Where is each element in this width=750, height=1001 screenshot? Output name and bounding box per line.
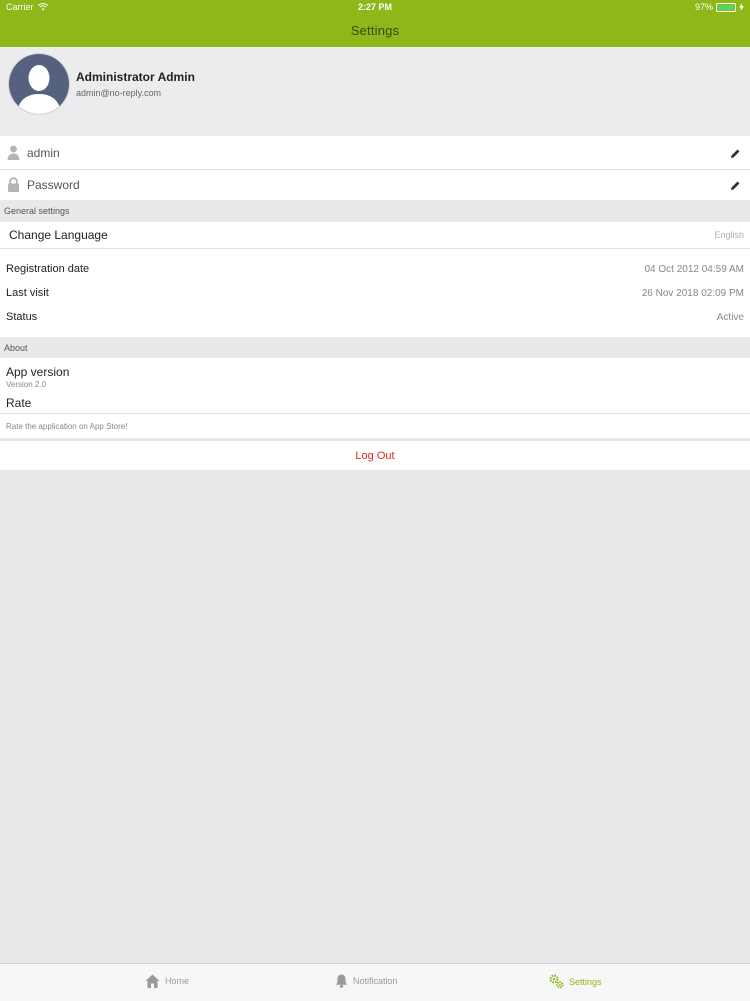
app-version-value: Version 2.0 (6, 380, 47, 389)
about-title: About (4, 343, 28, 353)
charging-icon (739, 3, 744, 11)
status-value: Active (716, 312, 744, 323)
status-bar: Carrier 2:27 PM 97% (0, 0, 750, 15)
account-info-block: Registration date 04 Oct 2012 04:59 AM L… (0, 249, 750, 337)
logout-button[interactable]: Log Out (0, 450, 750, 462)
last-visit-label: Last visit (6, 287, 49, 299)
profile-header: Administrator Admin admin@no-reply.com (0, 47, 750, 135)
bell-icon (335, 974, 348, 988)
registration-date-value: 04 Oct 2012 04:59 AM (644, 264, 744, 275)
rate-description-row: Rate the application on App Store! (0, 414, 750, 438)
tab-settings[interactable]: Settings (549, 974, 602, 989)
tab-notification-label: Notification (353, 976, 398, 986)
edit-username-icon[interactable] (730, 148, 741, 159)
battery-indicator: 97% (695, 2, 744, 12)
navigation-bar: Carrier 2:27 PM 97% Settings (0, 0, 750, 47)
change-language-row[interactable]: Change Language English (0, 222, 750, 248)
about-block: App version Version 2.0 Rate (0, 358, 750, 413)
battery-icon (716, 2, 736, 12)
user-icon (7, 145, 20, 160)
home-icon (145, 974, 160, 988)
rate-button[interactable]: Rate (6, 396, 31, 410)
password-row[interactable]: Password (0, 170, 750, 200)
general-settings-header: General settings (0, 200, 750, 222)
profile-email: admin@no-reply.com (76, 88, 161, 98)
app-version-label: App version (6, 365, 70, 379)
tab-notification[interactable]: Notification (335, 974, 398, 988)
general-settings-title: General settings (4, 206, 70, 216)
last-visit-value: 26 Nov 2018 02:09 PM (641, 288, 744, 299)
battery-level-fill (718, 4, 734, 10)
user-silhouette-icon (17, 65, 61, 114)
username-row[interactable]: admin (0, 136, 750, 169)
change-language-label: Change Language (9, 228, 108, 242)
username-field[interactable]: admin (27, 146, 60, 160)
tab-settings-label: Settings (569, 976, 602, 987)
tab-home[interactable]: Home (145, 974, 189, 988)
avatar[interactable] (9, 54, 69, 114)
lock-icon (8, 177, 19, 192)
rate-description: Rate the application on App Store! (6, 422, 128, 431)
page-title: Settings (350, 23, 400, 38)
clock: 2:27 PM (357, 2, 392, 12)
profile-name: Administrator Admin (76, 70, 195, 84)
status-label: Status (6, 311, 38, 323)
edit-password-icon[interactable] (730, 180, 741, 191)
password-field[interactable]: Password (27, 178, 80, 192)
language-value: English (714, 230, 744, 240)
logout-row[interactable]: Log Out (0, 441, 750, 470)
battery-percent: 97% (694, 2, 713, 12)
tab-bar: Home Notification Settings (0, 963, 750, 1001)
registration-date-label: Registration date (6, 263, 90, 275)
tab-home-label: Home (165, 976, 190, 986)
gears-icon (549, 974, 564, 989)
about-header: About (0, 337, 750, 358)
